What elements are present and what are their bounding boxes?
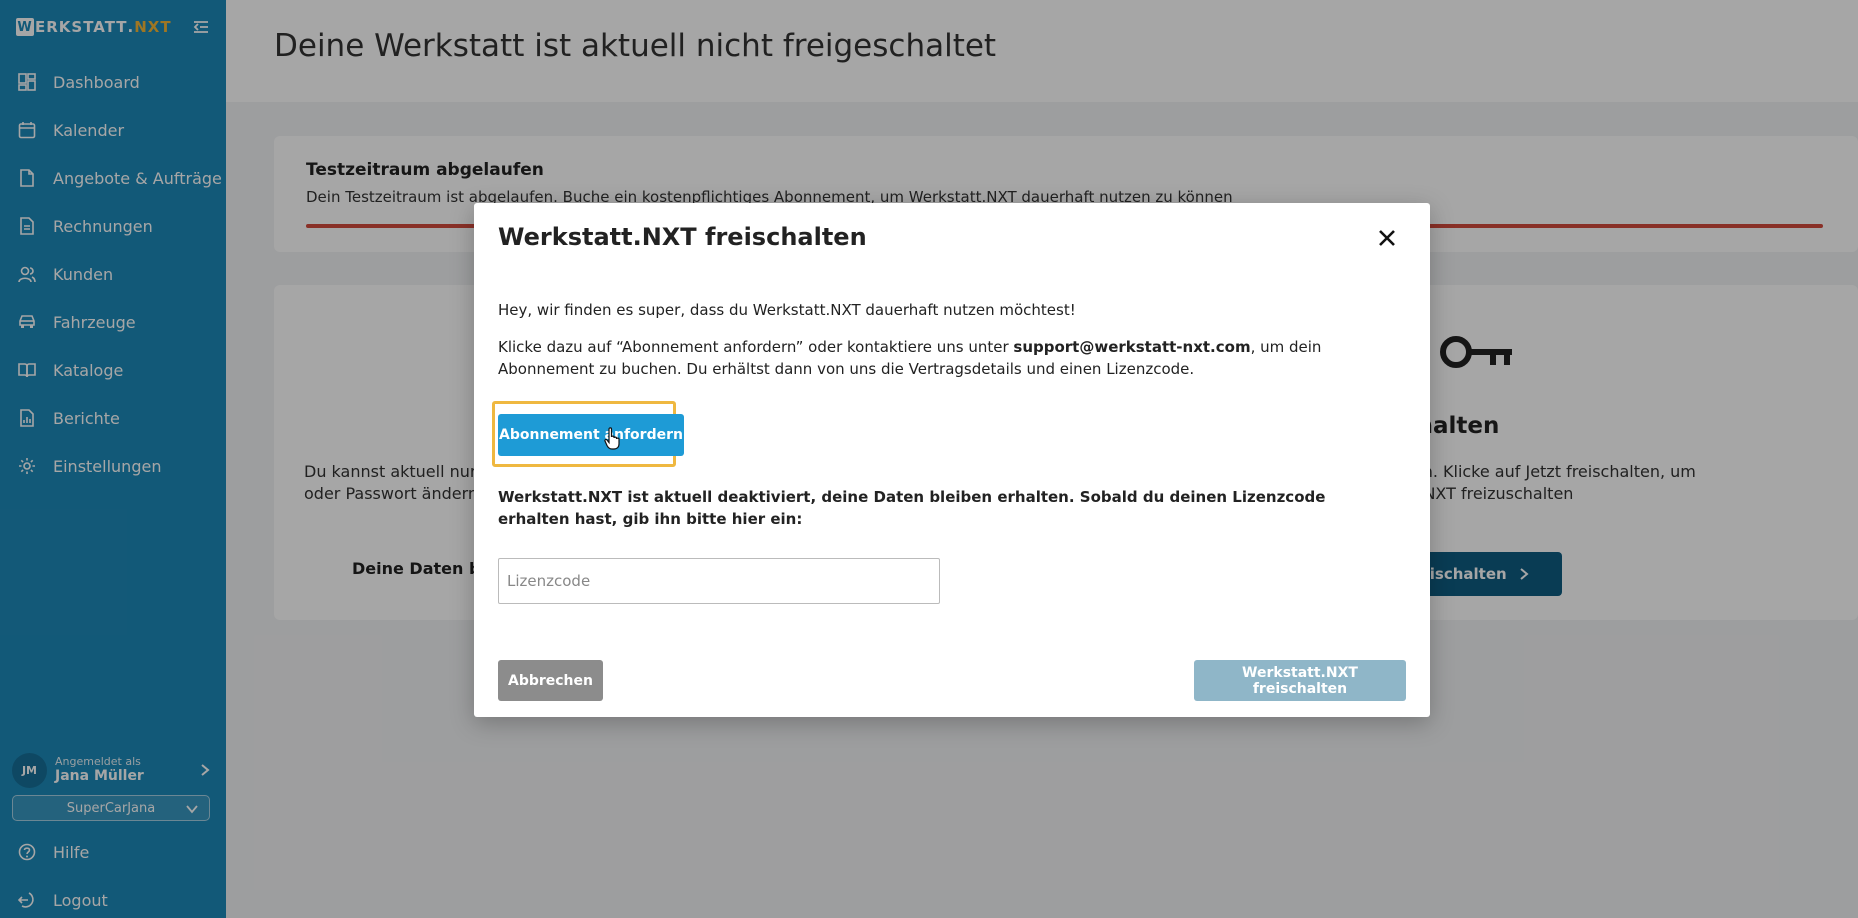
license-code-input[interactable]: [498, 558, 940, 604]
request-subscription-button[interactable]: Abonnement anfordern: [498, 414, 684, 456]
dialog-instructions: Klicke dazu auf “Abonnement anfordern” o…: [498, 336, 1398, 380]
support-email: support@werkstatt-nxt.com: [1013, 338, 1251, 356]
dialog-intro: Hey, wir finden es super, dass du Werkst…: [498, 301, 1076, 319]
instructions-text: Klicke dazu auf “Abonnement anfordern” o…: [498, 338, 1014, 356]
dialog-title: Werkstatt.NXT freischalten: [498, 223, 867, 251]
cancel-button[interactable]: Abbrechen: [498, 660, 603, 701]
close-icon[interactable]: [1376, 227, 1398, 249]
license-instructions: Werkstatt.NXT ist aktuell deaktiviert, d…: [498, 488, 1326, 528]
unlock-submit-button[interactable]: Werkstatt.NXT freischalten: [1194, 660, 1406, 701]
hand-cursor-icon: [604, 427, 620, 450]
unlock-dialog: Werkstatt.NXT freischalten Hey, wir find…: [474, 203, 1430, 717]
